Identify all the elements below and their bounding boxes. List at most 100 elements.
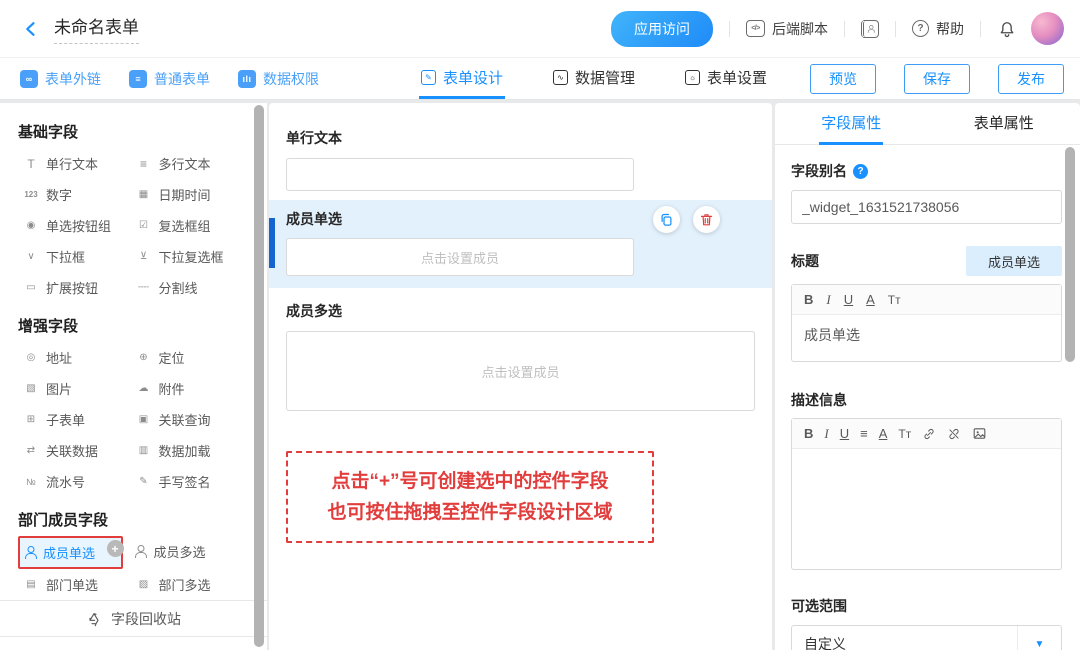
sidebar-item-member-single-select[interactable]: 成员单选 + xyxy=(18,536,123,569)
bold-button[interactable]: B xyxy=(804,427,813,440)
form-design-icon: ✎ xyxy=(421,70,436,85)
sidebar-item-extend-button[interactable]: ▭扩展按钮 xyxy=(18,272,131,303)
data-loading-icon: ▥ xyxy=(135,445,153,456)
tab-form-properties[interactable]: 表单属性 xyxy=(928,103,1080,144)
sidebar-item-single-line-text[interactable]: T单行文本 xyxy=(18,148,131,179)
sidebar-item-address[interactable]: ◎地址 xyxy=(18,342,131,373)
inspector-tabs: 字段属性 表单属性 xyxy=(775,103,1080,145)
sidebar-item-divider-line[interactable]: ╌╌分割线 xyxy=(131,272,244,303)
description-editor-toolbar: B I U ≡ A Tт xyxy=(792,419,1061,449)
property-inspector: 字段属性 表单属性 字段别名 ? 标题 成员单选 B I U xyxy=(775,103,1080,650)
help-circle-icon[interactable]: ? xyxy=(853,164,868,179)
tab-data-permission[interactable]: ılı 数据权限 xyxy=(238,58,319,99)
underline-button[interactable]: U xyxy=(840,427,849,440)
location-pin-icon: ◎ xyxy=(22,352,40,363)
avatar[interactable] xyxy=(1031,12,1064,45)
underline-button[interactable]: U xyxy=(844,293,853,306)
divider xyxy=(729,21,730,37)
sidebar-item-datetime[interactable]: ▦日期时间 xyxy=(131,179,244,210)
preview-button[interactable]: 预览 xyxy=(810,64,876,94)
plus-badge[interactable]: + xyxy=(107,540,124,557)
description-editor-content[interactable] xyxy=(792,449,1061,569)
publish-button[interactable]: 发布 xyxy=(998,64,1064,94)
save-button[interactable]: 保存 xyxy=(904,64,970,94)
single-line-text-icon: T xyxy=(22,157,40,171)
sidebar-item-data-loading[interactable]: ▥数据加载 xyxy=(131,435,244,466)
section-enhanced-fields: 增强字段 xyxy=(18,315,243,336)
sidebar-item-dept-single-select[interactable]: ▤部门单选 xyxy=(18,569,131,600)
align-button[interactable]: ≡ xyxy=(860,427,868,440)
italic-button[interactable]: I xyxy=(824,427,828,440)
font-color-button[interactable]: A xyxy=(879,427,888,440)
tab-form-design[interactable]: ✎ 表单设计 xyxy=(419,58,505,99)
font-color-button[interactable]: A xyxy=(866,293,875,306)
field-label: 单行文本 xyxy=(286,128,755,148)
form-builder-app: 未命名表单 应用访问 </> 后端脚本 ? 帮助 ∞ 表单外链 ≡ 普通表单 xyxy=(0,0,1080,650)
back-button[interactable] xyxy=(18,16,44,42)
form-title[interactable]: 未命名表单 xyxy=(54,13,139,44)
sidebar-item-handwritten-signature[interactable]: ✎手写签名 xyxy=(131,466,244,497)
backend-script-label: 后端脚本 xyxy=(772,19,828,39)
sidebar-item-attachment[interactable]: ☁附件 xyxy=(131,373,244,404)
sidebar-item-image[interactable]: ▧图片 xyxy=(18,373,131,404)
unlink-button[interactable] xyxy=(947,427,961,441)
sidebar-item-positioning[interactable]: ⊕定位 xyxy=(131,342,244,373)
backend-script-button[interactable]: </> 后端脚本 xyxy=(746,19,828,39)
inspector-scrollbar[interactable] xyxy=(1065,147,1075,362)
tab-data-management[interactable]: ∿ 数据管理 xyxy=(551,58,637,99)
copy-field-button[interactable] xyxy=(653,206,680,233)
code-icon: </> xyxy=(746,20,765,37)
range-select[interactable]: 自定义 ▼ xyxy=(791,625,1062,650)
font-size-button[interactable]: Tт xyxy=(898,428,911,440)
document-icon: ≡ xyxy=(129,70,147,88)
hint-line-1: 点击“+”号可创建选中的控件字段 xyxy=(294,466,646,497)
toolbar: ∞ 表单外链 ≡ 普通表单 ılı 数据权限 ✎ 表单设计 ∿ 数据管理 ☼ 表… xyxy=(0,58,1080,100)
sidebar-item-radio-group[interactable]: ◉单选按钮组 xyxy=(18,210,131,241)
sidebar-item-number[interactable]: 123数字 xyxy=(18,179,131,210)
sidebar-item-linked-query[interactable]: ▣关联查询 xyxy=(131,404,244,435)
help-button[interactable]: ? 帮助 xyxy=(912,19,964,39)
canvas-field-member-multi-select[interactable]: 成员多选 点击设置成员 xyxy=(269,301,772,411)
sidebar-item-subform[interactable]: ⊞子表单 xyxy=(18,404,131,435)
sidebar-item-checkbox-group[interactable]: ☑复选框组 xyxy=(131,210,244,241)
sidebar-item-member-multi-select[interactable]: 成员多选 xyxy=(131,536,244,567)
canvas-field-member-single-select[interactable]: 成员单选 点击设置成员 xyxy=(269,200,772,288)
font-size-button[interactable]: Tт xyxy=(888,294,901,306)
link-button[interactable] xyxy=(922,427,936,441)
sidebar-item-multi-line-text[interactable]: ≡多行文本 xyxy=(131,148,244,179)
canvas-field-single-line-text[interactable]: 单行文本 xyxy=(269,128,772,191)
contacts-button[interactable] xyxy=(861,20,879,38)
data-chart-icon: ∿ xyxy=(553,70,568,85)
title-label: 标题 xyxy=(791,251,819,271)
section-basic-fields: 基础字段 xyxy=(18,121,243,142)
member-picker[interactable]: 点击设置成员 xyxy=(286,331,755,411)
sidebar-item-dropdown-multi[interactable]: ⊻下拉复选框 xyxy=(131,241,244,272)
tab-field-properties[interactable]: 字段属性 xyxy=(775,103,928,144)
sidebar-item-dept-multi-select[interactable]: ▨部门多选 xyxy=(131,569,244,600)
sidebar-scrollbar[interactable] xyxy=(254,105,264,647)
tab-form-external-link[interactable]: ∞ 表单外链 xyxy=(20,58,101,99)
field-label: 成员多选 xyxy=(286,301,755,321)
member-picker[interactable]: 点击设置成员 xyxy=(286,238,634,276)
delete-field-button[interactable] xyxy=(693,206,720,233)
checkbox-icon: ☑ xyxy=(135,220,153,231)
sidebar-item-linked-data[interactable]: ⇄关联数据 xyxy=(18,435,131,466)
sidebar-item-dropdown[interactable]: ∨下拉框 xyxy=(18,241,131,272)
insert-image-button[interactable] xyxy=(972,426,987,441)
single-line-text-input[interactable] xyxy=(286,158,634,191)
italic-button[interactable]: I xyxy=(826,293,830,306)
dept-member-fields-grid: 成员单选 + 成员多选 ▤部门单选 ▨部门多选 xyxy=(18,536,243,600)
image-icon: ▧ xyxy=(22,383,40,394)
field-recycle-bin[interactable]: 字段回收站 xyxy=(0,600,267,637)
caret-down-icon[interactable]: ▼ xyxy=(1017,626,1061,650)
title-editor-toolbar: B I U A Tт xyxy=(792,285,1061,315)
notifications-button[interactable] xyxy=(997,19,1017,39)
alias-input[interactable] xyxy=(791,190,1062,224)
app-access-button[interactable]: 应用访问 xyxy=(611,11,713,47)
sidebar-item-serial-number[interactable]: №流水号 xyxy=(18,466,131,497)
title-editor-content[interactable]: 成员单选 xyxy=(792,315,1061,361)
dropdown-checkbox-icon: ⊻ xyxy=(135,251,153,262)
bold-button[interactable]: B xyxy=(804,293,813,306)
tab-normal-form[interactable]: ≡ 普通表单 xyxy=(129,58,210,99)
tab-form-settings[interactable]: ☼ 表单设置 xyxy=(683,58,769,99)
